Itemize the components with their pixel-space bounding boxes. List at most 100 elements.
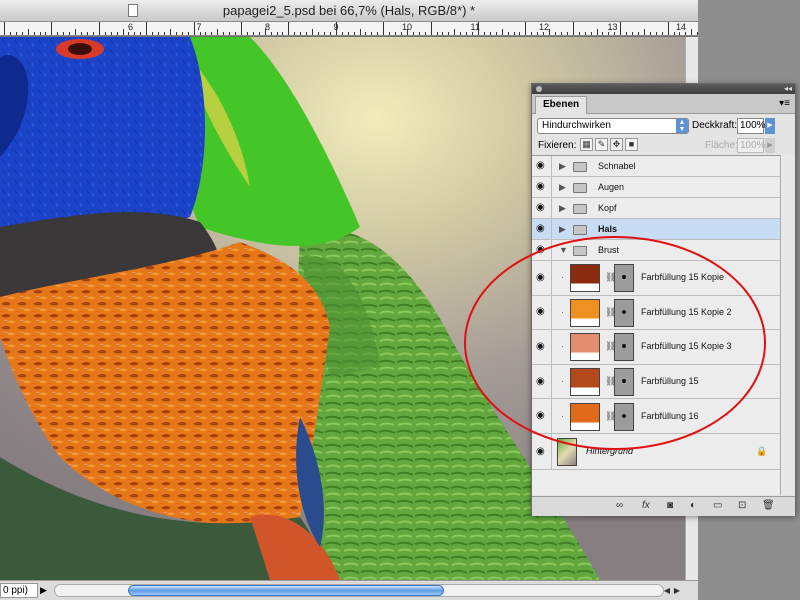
ruler-subtick (33, 32, 35, 35)
ruler-subtick (270, 32, 272, 35)
ruler-number: 12 (539, 22, 550, 32)
expand-right-icon[interactable]: ▶ (559, 224, 566, 235)
ruler-subtick (596, 29, 598, 35)
lock-all-icon[interactable]: ■ (625, 138, 638, 151)
ruler-subtick (614, 32, 616, 35)
fx-icon[interactable]: fx (642, 500, 650, 511)
ruler-subtick (312, 29, 314, 35)
visibility-eye-icon[interactable]: ◉ (532, 177, 552, 197)
ruler-subtick (104, 32, 106, 35)
layer-row[interactable]: ◉ ▶ Hals (532, 219, 780, 240)
ruler-subtick (110, 32, 112, 35)
visibility-eye-icon[interactable]: ◉ (532, 198, 552, 218)
ruler-subtick (252, 32, 254, 35)
ruler-tick (667, 22, 669, 35)
ruler-number: 10 (402, 22, 413, 32)
ruler-subtick (15, 32, 17, 35)
ruler-tick (193, 22, 195, 35)
ruler-tick (383, 22, 385, 35)
layer-row[interactable]: ◉ ▶ Kopf (532, 198, 780, 219)
zoom-field[interactable]: 0 ppi) (0, 583, 38, 598)
ruler-tick (430, 22, 432, 35)
ruler-subtick (466, 32, 468, 35)
lock-icon: 🔒 (756, 446, 768, 456)
ruler-subtick (353, 32, 355, 35)
horizontal-scrollbar[interactable] (54, 584, 664, 597)
mask-icon[interactable]: ◙ (667, 500, 673, 511)
ruler-subtick (442, 32, 444, 35)
scroll-left-icon[interactable]: ◀ (662, 584, 672, 597)
visibility-eye-icon[interactable]: ◉ (532, 156, 552, 176)
layer-name: Hals (598, 223, 618, 234)
opacity-input[interactable]: 100% (737, 118, 766, 134)
ruler-subtick (501, 29, 503, 35)
ruler-subtick (187, 32, 189, 35)
fill-input[interactable]: 100% (737, 138, 766, 153)
ruler-tick (4, 22, 5, 35)
ruler-tick (525, 22, 527, 35)
fill-slider-button[interactable]: ▶ (765, 138, 775, 153)
panel-close-icon[interactable] (536, 86, 542, 92)
horizontal-scroll-thumb[interactable] (128, 585, 444, 596)
folder-icon (573, 203, 587, 214)
ruler-subtick (412, 32, 414, 35)
ruler-subtick (223, 32, 225, 35)
lock-position-icon[interactable]: ✥ (610, 138, 623, 151)
ruler-number: 14 (676, 22, 687, 32)
ruler-tick (620, 22, 622, 35)
ruler-subtick (697, 32, 698, 35)
ruler-subtick (365, 32, 367, 35)
opacity-slider-button[interactable]: ▶ (765, 118, 775, 134)
ruler-subtick (400, 32, 402, 35)
expand-right-icon[interactable]: ▶ (559, 203, 566, 214)
ruler-subtick (57, 32, 59, 35)
layer-name: Kopf (598, 202, 617, 213)
ruler-subtick (377, 32, 379, 35)
ruler-subtick (347, 32, 349, 35)
folder-icon[interactable]: ▭ (713, 500, 722, 511)
ruler-subtick (116, 32, 118, 35)
ruler-tick (241, 22, 242, 35)
panel-menu-icon[interactable]: ▾≡ (779, 96, 790, 112)
ruler-subtick (122, 29, 124, 35)
ruler-subtick (229, 32, 231, 35)
ruler-subtick (637, 32, 639, 35)
layer-row[interactable]: ◉ ▶ Augen (532, 177, 780, 198)
ruler-subtick (158, 32, 160, 35)
tab-layers[interactable]: Ebenen (535, 96, 588, 114)
layer-list-scrollbar[interactable] (780, 155, 795, 495)
new-layer-icon[interactable]: ⊡ (738, 500, 746, 511)
expand-right-icon[interactable]: ▶ (559, 161, 566, 172)
ruler-tick (98, 22, 100, 35)
lock-transparency-icon[interactable]: ▦ (580, 138, 593, 151)
panel-tab-bar: Ebenen ▾≡ (532, 94, 795, 114)
ruler-subtick (513, 32, 515, 35)
ruler-subtick (81, 32, 83, 35)
ruler-subtick (643, 29, 645, 35)
trash-icon[interactable]: 🗑 (762, 500, 775, 511)
blend-mode-select[interactable]: Hindurchwirken ▲ ▼ (537, 118, 689, 134)
visibility-eye-icon[interactable]: ◉ (532, 219, 552, 239)
link-icon[interactable]: ∞ (616, 500, 623, 511)
panel-collapse-icon[interactable]: ◂◂ (784, 84, 792, 94)
ruler-subtick (27, 29, 29, 35)
lock-image-icon[interactable]: ✎ (595, 138, 608, 151)
title-bar[interactable]: papagei2_5.psd bei 66,7% (Hals, RGB/8*) … (0, 0, 698, 22)
panel-header[interactable]: ◂◂ (532, 84, 795, 94)
ruler-subtick (246, 32, 248, 35)
layers-bottom-bar: ∞ fx ◙ ◐ ▭ ⊡ 🗑 (532, 496, 795, 516)
ruler-subtick (483, 32, 485, 35)
ruler-subtick (86, 32, 88, 35)
ruler-subtick (21, 32, 23, 35)
folder-icon (573, 161, 587, 172)
status-menu-arrow-icon[interactable]: ▶ (40, 583, 50, 598)
expand-right-icon[interactable]: ▶ (559, 182, 566, 193)
ruler-subtick (140, 32, 142, 35)
ruler-subtick (495, 32, 497, 35)
ruler-subtick (276, 32, 278, 35)
layer-row[interactable]: ◉ ▶ Schnabel (532, 156, 780, 177)
scroll-right-icon[interactable]: ▶ (672, 584, 682, 597)
adjustment-icon[interactable]: ◐ (690, 500, 696, 511)
ruler-subtick (507, 32, 509, 35)
layer-name: Augen (598, 181, 625, 192)
